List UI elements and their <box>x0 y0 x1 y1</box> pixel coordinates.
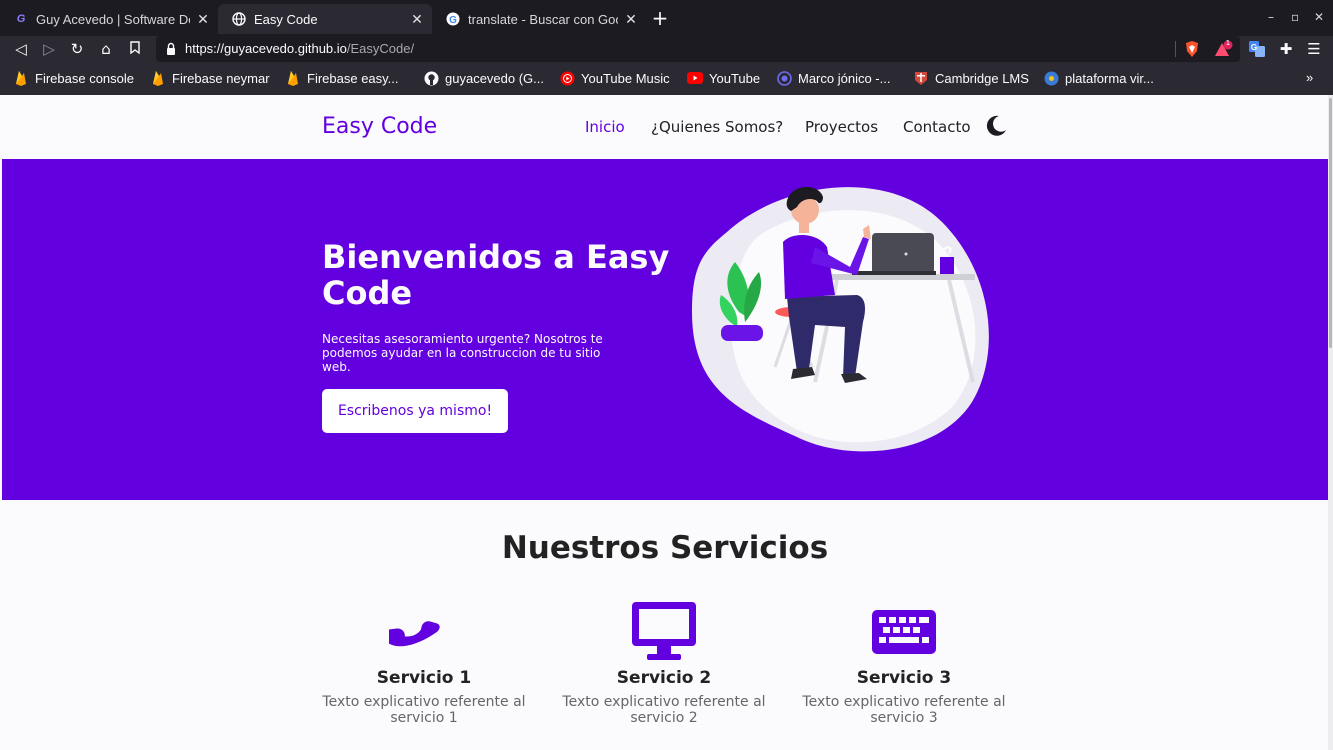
url-path: /EasyCode/ <box>346 41 415 56</box>
lock-icon <box>166 41 176 55</box>
bookmark-label: YouTube Music <box>581 70 670 86</box>
circle-icon <box>776 70 792 86</box>
webpage: Easy Code Inicio ¿Quienes Somos? Proyect… <box>2 95 1328 750</box>
firebase-icon <box>150 70 166 86</box>
url-host: https://guyacevedo.github.io <box>185 41 347 56</box>
keyboard-icon <box>869 600 939 662</box>
bookmark-label: guyacevedo (G... <box>445 70 544 86</box>
site-navbar: Easy Code Inicio ¿Quienes Somos? Proyect… <box>2 95 1328 159</box>
tab-bar: G Guy Acevedo | Software De ✕ Easy Code … <box>0 0 1333 36</box>
firebase-icon <box>13 70 29 86</box>
extensions-puzzle-icon[interactable]: ✚ <box>1276 39 1296 59</box>
brave-rewards-icon[interactable]: 1 <box>1213 39 1233 59</box>
rewards-badge: 1 <box>1225 39 1231 47</box>
bookmark-firebase-easy[interactable]: Firebase easy... <box>285 70 399 86</box>
bookmark-label: Firebase neymar <box>172 70 270 86</box>
close-window-icon[interactable]: ✕ <box>1314 10 1324 24</box>
nav-link-proyectos[interactable]: Proyectos <box>805 118 878 136</box>
nav-toolbar: ◁ ▷ ↻ ⌂ https://guyacevedo.github.io/Eas… <box>0 36 1333 62</box>
maximize-icon[interactable]: ▫ <box>1291 10 1299 24</box>
google-icon: G <box>446 12 460 26</box>
brave-shield-icon[interactable] <box>1182 39 1202 59</box>
bookmarks-bar: Firebase console Firebase neymar Firebas… <box>0 62 1333 95</box>
bookmark-label: plataforma vir... <box>1065 70 1154 86</box>
service-title: Servicio 2 <box>616 668 712 688</box>
bookmark-label: Marco jónico -... <box>798 70 891 86</box>
ga-favicon-icon: G <box>16 13 26 25</box>
urlbar-divider <box>1175 41 1176 57</box>
bookmark-marco-jonico[interactable]: Marco jónico -... <box>776 70 890 86</box>
url-text: https://guyacevedo.github.io/EasyCode/ <box>185 41 414 56</box>
bookmark-label: Cambridge LMS <box>935 70 1029 86</box>
svg-text:G: G <box>449 15 457 26</box>
tab-title: Guy Acevedo | Software De <box>36 11 190 27</box>
tab-translate[interactable]: G translate - Buscar con Goo ✕ <box>432 4 646 34</box>
site-logo[interactable]: Easy Code <box>322 114 437 139</box>
bookmark-youtube[interactable]: YouTube <box>687 70 760 86</box>
tab-title: translate - Buscar con Goo <box>468 11 618 27</box>
bookmark-label: YouTube <box>709 70 761 86</box>
menu-icon[interactable]: ☰ <box>1304 39 1324 59</box>
services-title: Nuestros Servicios <box>501 530 829 566</box>
dark-mode-toggle-icon[interactable] <box>985 115 1007 137</box>
svg-text:G: G <box>1251 43 1257 52</box>
globe-blue-icon <box>1043 70 1059 86</box>
service-text: Texto explicativo referente al servicio … <box>562 694 766 726</box>
tab-title: Easy Code <box>254 11 318 27</box>
bookmark-firebase-console[interactable]: Firebase console <box>13 70 134 86</box>
scrollbar-thumb[interactable] <box>1329 98 1332 348</box>
bookmark-firebase-neymar[interactable]: Firebase neymar <box>150 70 270 86</box>
nav-link-contacto[interactable]: Contacto <box>903 118 971 136</box>
bookmark-cambridge[interactable]: Cambridge LMS <box>913 70 1029 86</box>
hero-section: Bienvenidos a Easy Code Necesitas asesor… <box>2 159 1328 500</box>
youtube-icon <box>687 70 703 86</box>
back-icon[interactable]: ◁ <box>11 39 31 59</box>
address-bar[interactable]: https://guyacevedo.github.io/EasyCode/ 1 <box>156 36 1240 62</box>
service-title: Servicio 3 <box>856 668 952 688</box>
service-title: Servicio 1 <box>376 668 472 688</box>
github-icon <box>423 70 439 86</box>
hero-text: Necesitas asesoramiento urgente? Nosotro… <box>322 332 603 374</box>
hero-title: Bienvenidos a Easy Code <box>322 238 670 312</box>
new-tab-button[interactable]: + <box>650 8 670 28</box>
home-icon[interactable]: ⌂ <box>96 39 116 59</box>
phone-icon <box>384 600 459 662</box>
bookmark-plataforma[interactable]: plataforma vir... <box>1043 70 1154 86</box>
translate-extension-icon[interactable]: G <box>1247 39 1267 59</box>
service-text: Texto explicativo referente al servicio … <box>802 694 1006 726</box>
bookmark-github[interactable]: guyacevedo (G... <box>423 70 544 86</box>
service-text: Texto explicativo referente al servicio … <box>322 694 526 726</box>
firebase-icon <box>285 70 301 86</box>
bookmark-label: Firebase console <box>35 70 134 86</box>
bookmarks-overflow-button[interactable]: » <box>1306 70 1313 85</box>
minimize-icon[interactable]: – <box>1268 10 1274 24</box>
service-card-1: Servicio 1 Texto explicativo referente a… <box>319 600 529 726</box>
nav-link-inicio[interactable]: Inicio <box>585 118 625 136</box>
bookmark-youtube-music[interactable]: YouTube Music <box>559 70 670 86</box>
youtube-music-icon <box>559 70 575 86</box>
reload-icon[interactable]: ↻ <box>67 39 87 59</box>
globe-icon <box>232 12 246 26</box>
bookmark-icon[interactable] <box>125 39 145 59</box>
service-card-2: Servicio 2 Texto explicativo referente a… <box>559 600 769 726</box>
tab-easy-code[interactable]: Easy Code ✕ <box>218 4 432 34</box>
cambridge-icon <box>913 70 929 86</box>
forward-icon[interactable]: ▷ <box>39 39 59 59</box>
developer-illustration <box>692 186 989 452</box>
nav-link-quienes-somos[interactable]: ¿Quienes Somos? <box>651 118 783 136</box>
bookmark-label: Firebase easy... <box>307 70 399 86</box>
close-tab-icon[interactable]: ✕ <box>624 11 638 28</box>
tab-guy-acevedo[interactable]: G Guy Acevedo | Software De ✕ <box>0 4 218 34</box>
contact-cta-button[interactable]: Escribenos ya mismo! <box>322 389 508 433</box>
service-card-3: Servicio 3 Texto explicativo referente a… <box>799 600 1009 726</box>
close-tab-icon[interactable]: ✕ <box>410 11 424 28</box>
close-tab-icon[interactable]: ✕ <box>196 11 210 28</box>
monitor-icon <box>629 600 699 662</box>
